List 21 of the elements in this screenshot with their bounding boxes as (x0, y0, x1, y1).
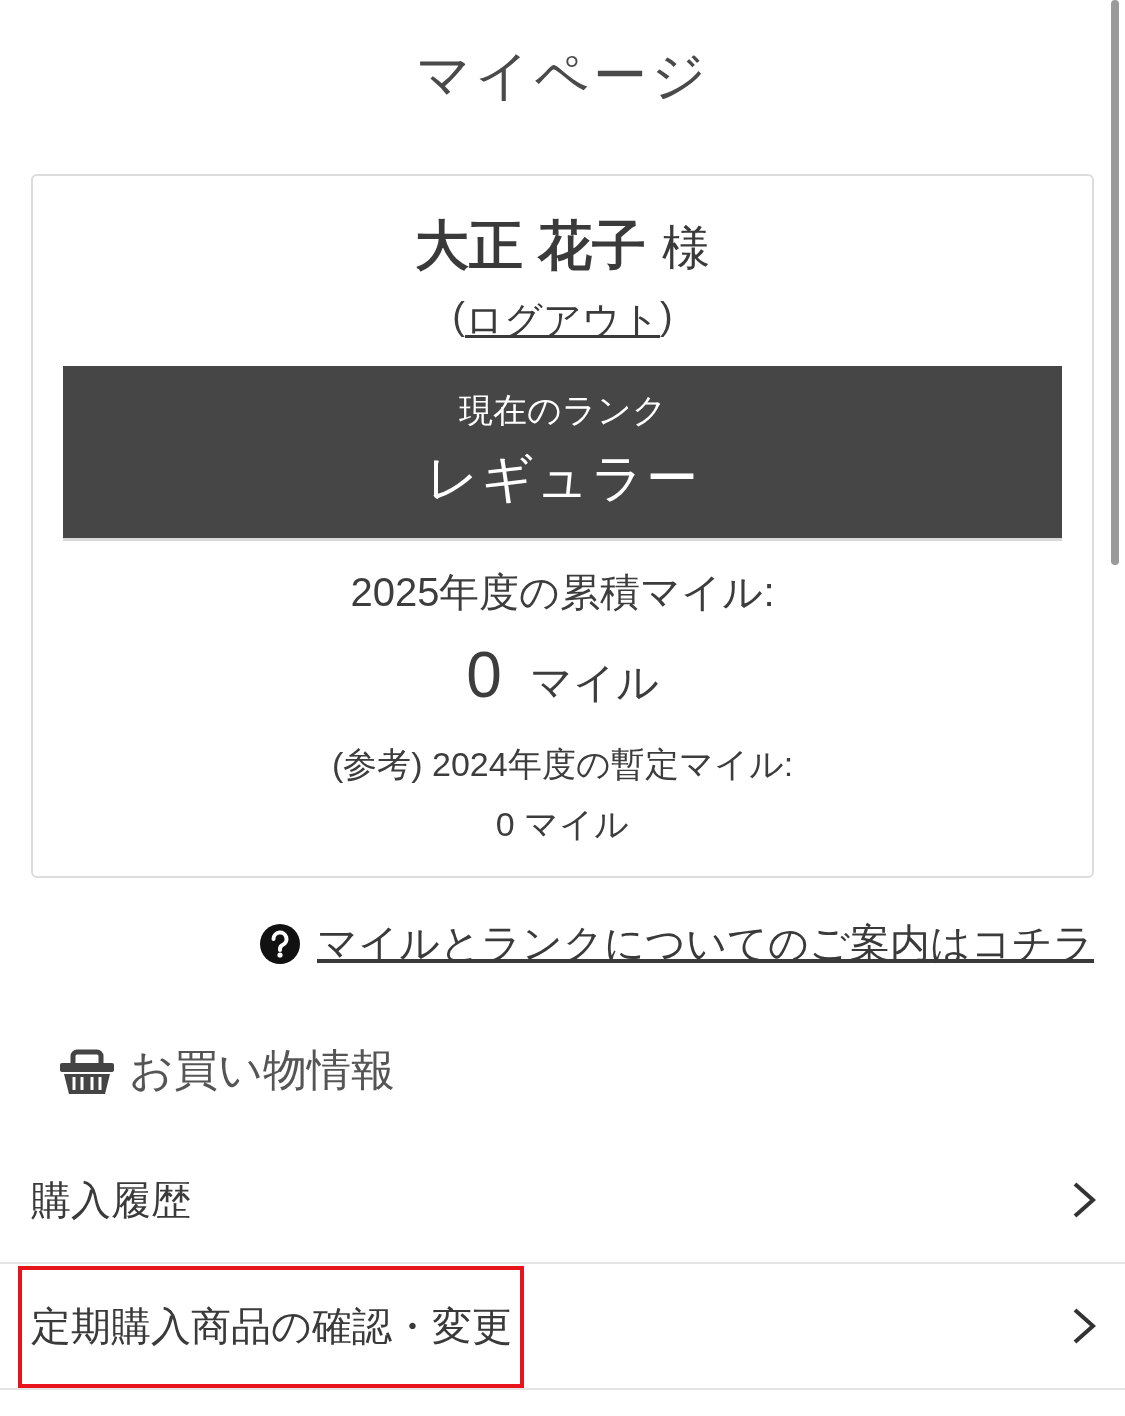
menu-item[interactable]: 定期購入商品の確認・変更 (0, 1264, 1125, 1390)
miles-amount: 0 (466, 638, 502, 712)
logout-link[interactable]: ログアウト (465, 295, 660, 346)
paren: ( (452, 295, 465, 339)
help-icon (259, 922, 301, 965)
honorific: 様 (662, 220, 710, 276)
scrollbar[interactable] (1111, 0, 1119, 565)
rank-caption: 現在のランク (458, 390, 667, 431)
reference-label: (参考) 2024年度の暫定マイル: (331, 744, 794, 785)
miles-unit: マイル (529, 658, 659, 708)
reference-value: 0 マイル (495, 804, 630, 845)
page-title: マイページ (414, 44, 711, 107)
rank-value: レギュラー (425, 448, 700, 509)
paren: ) (660, 295, 673, 339)
chevron-icon (1071, 1180, 1097, 1220)
section-title: お買い物情報 (129, 1044, 395, 1096)
user-name: 大正 花子 (415, 214, 646, 277)
help-link[interactable]: マイルとランクについてのご案内はコチラ (317, 916, 1094, 971)
menu-item[interactable]: 購入履歴 (0, 1138, 1125, 1264)
miles-label: 2025年度の累積マイル: (350, 569, 775, 616)
chevron-icon (1071, 1306, 1097, 1346)
